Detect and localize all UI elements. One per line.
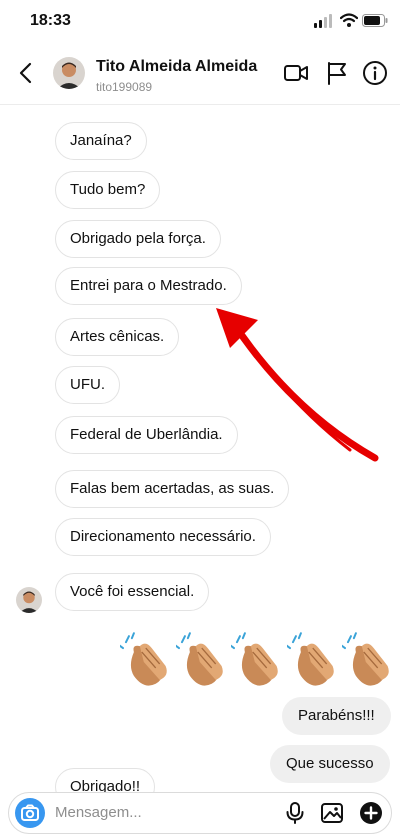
video-call-icon[interactable] xyxy=(283,60,309,86)
status-bar: 18:33 xyxy=(0,0,400,44)
flag-icon[interactable] xyxy=(324,60,350,86)
annotation-arrow xyxy=(216,308,379,462)
avatar[interactable] xyxy=(53,57,85,89)
gallery-icon[interactable] xyxy=(320,801,344,825)
contact-name[interactable]: Tito Almeida Almeida xyxy=(96,58,257,76)
message-composer: Mensagem... xyxy=(8,792,392,834)
message-bubble-sent[interactable]: Parabéns!!! xyxy=(282,697,391,735)
message-bubble-sent[interactable]: Que sucesso xyxy=(270,745,390,783)
message-bubble-received[interactable]: Direcionamento necessário. xyxy=(55,518,271,556)
camera-button[interactable] xyxy=(15,798,45,828)
signal-icon xyxy=(314,14,332,28)
message-bubble-received[interactable]: Falas bem acertadas, as suas. xyxy=(55,470,290,508)
info-icon[interactable] xyxy=(362,60,388,86)
clap-emoji xyxy=(342,632,390,686)
sender-avatar[interactable] xyxy=(16,587,42,613)
chat-header: Tito Almeida Almeida tito199089 xyxy=(0,44,400,105)
clap-emoji xyxy=(175,632,223,686)
message-bubble-received[interactable]: UFU. xyxy=(55,366,120,404)
plus-icon[interactable] xyxy=(359,801,383,825)
back-arrow-icon[interactable] xyxy=(18,62,34,84)
message-input[interactable]: Mensagem... xyxy=(55,804,142,821)
contact-username: tito199089 xyxy=(96,80,153,94)
message-bubble-received[interactable]: Janaína? xyxy=(55,122,147,160)
clap-emoji xyxy=(231,632,278,686)
battery-icon xyxy=(362,14,388,27)
message-bubble-received[interactable]: Você foi essencial. xyxy=(55,573,210,611)
microphone-icon[interactable] xyxy=(283,801,307,825)
status-time: 18:33 xyxy=(30,12,71,29)
clap-emoji xyxy=(286,632,334,686)
message-bubble-received[interactable]: Tudo bem? xyxy=(55,171,161,209)
message-bubble-received[interactable]: Obrigado pela força. xyxy=(55,220,221,258)
emoji-message[interactable] xyxy=(120,632,392,688)
avatar-photo xyxy=(16,587,42,613)
wifi-icon xyxy=(340,13,358,27)
clap-emoji xyxy=(120,632,167,686)
message-bubble-received[interactable]: Artes cênicas. xyxy=(55,318,180,356)
avatar-photo xyxy=(53,57,85,89)
camera-icon xyxy=(21,804,39,821)
